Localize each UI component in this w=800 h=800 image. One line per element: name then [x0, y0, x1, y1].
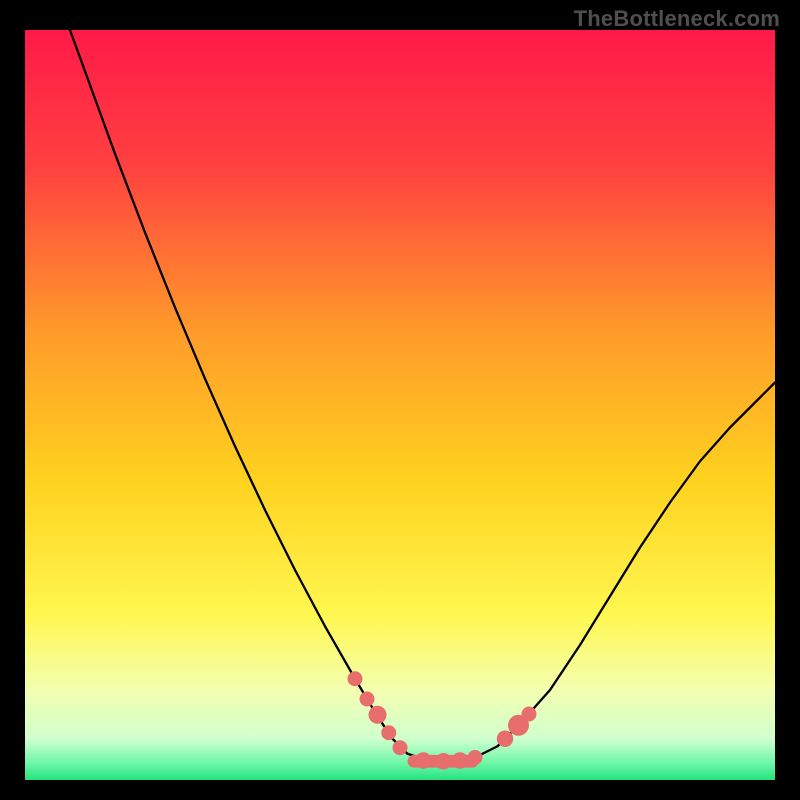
- curve-marker: [522, 707, 537, 722]
- curve-marker: [381, 725, 396, 740]
- chart-background: [25, 30, 775, 780]
- curve-marker: [497, 731, 514, 748]
- curve-marker: [435, 753, 452, 770]
- curve-marker: [369, 706, 387, 724]
- curve-marker: [348, 671, 363, 686]
- curve-marker: [468, 750, 483, 765]
- attribution-label: TheBottleneck.com: [574, 6, 780, 32]
- curve-marker: [393, 740, 408, 755]
- curve-marker: [452, 752, 469, 769]
- plot-area: [25, 30, 775, 780]
- curve-marker: [360, 692, 375, 707]
- chart-frame: TheBottleneck.com: [0, 0, 800, 800]
- curve-marker: [415, 752, 432, 769]
- chart-svg: [25, 30, 775, 780]
